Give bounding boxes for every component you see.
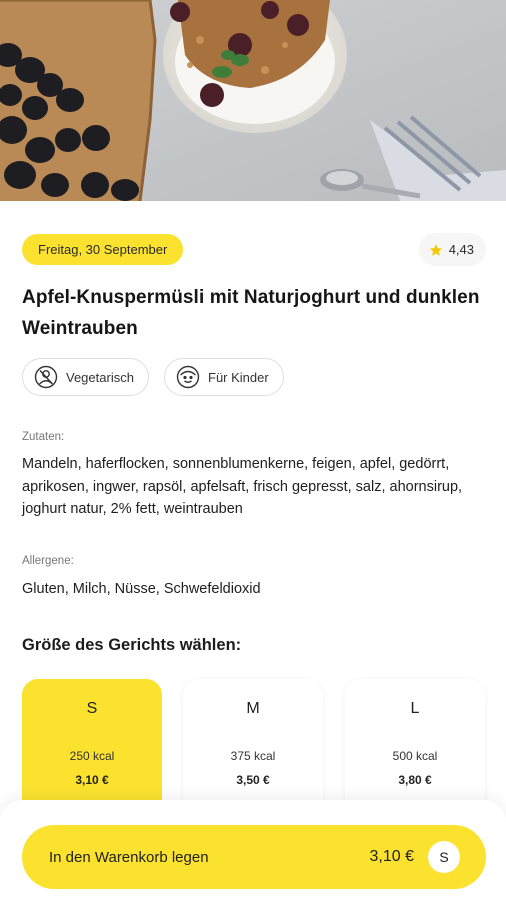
tag-label: Vegetarisch xyxy=(66,369,134,385)
kid-face-icon xyxy=(176,365,200,389)
size-price: 3,50 € xyxy=(236,773,270,787)
size-heading: Größe des Gerichts wählen: xyxy=(22,636,242,654)
star-icon xyxy=(429,243,443,257)
bottom-bar: In den Warenkorb legen 3,10 € S xyxy=(0,800,506,900)
size-kcal: 500 kcal xyxy=(392,749,438,763)
size-letter: L xyxy=(410,700,420,717)
cart-price: 3,10 € xyxy=(369,848,414,865)
add-to-cart-button[interactable]: In den Warenkorb legen 3,10 € S xyxy=(22,825,486,889)
hero-image xyxy=(0,0,506,201)
tag-label: Für Kinder xyxy=(208,369,269,385)
meal-title: Apfel-Knuspermüsli mit Naturjoghurt und … xyxy=(22,287,480,339)
tag-vegetarian: Vegetarisch xyxy=(22,358,149,396)
size-option-m[interactable]: M 375 kcal 3,50 € xyxy=(183,679,323,819)
size-letter: M xyxy=(246,700,260,717)
rating-value: 4,43 xyxy=(448,242,474,257)
meal-detail: Freitag, 30 September 4,43 Apfel-Knusper… xyxy=(0,201,506,900)
size-letter: S xyxy=(86,700,98,717)
ingredients-label: Zutaten: xyxy=(22,431,65,443)
allergens-label: Allergene: xyxy=(22,555,74,567)
size-kcal: 375 kcal xyxy=(230,749,276,763)
ingredients-text: Mandeln, haferflocken, sonnenblumenkerne… xyxy=(22,456,463,517)
tag-kids: Für Kinder xyxy=(164,358,284,396)
size-option-s[interactable]: S 250 kcal 3,10 € xyxy=(22,679,162,819)
size-price: 3,10 € xyxy=(75,773,109,787)
allergens-text: Gluten, Milch, Nüsse, Schwefeldioxid xyxy=(22,581,261,597)
size-kcal: 250 kcal xyxy=(69,749,115,763)
size-price: 3,80 € xyxy=(398,773,432,787)
size-option-l[interactable]: L 500 kcal 3,80 € xyxy=(345,679,485,819)
vegetarian-person-icon xyxy=(34,365,58,389)
add-to-cart-label: In den Warenkorb legen xyxy=(49,848,209,866)
cart-size-badge: S xyxy=(428,841,460,873)
date-badge: Freitag, 30 September xyxy=(22,234,184,265)
rating-badge: 4,43 xyxy=(418,233,486,266)
